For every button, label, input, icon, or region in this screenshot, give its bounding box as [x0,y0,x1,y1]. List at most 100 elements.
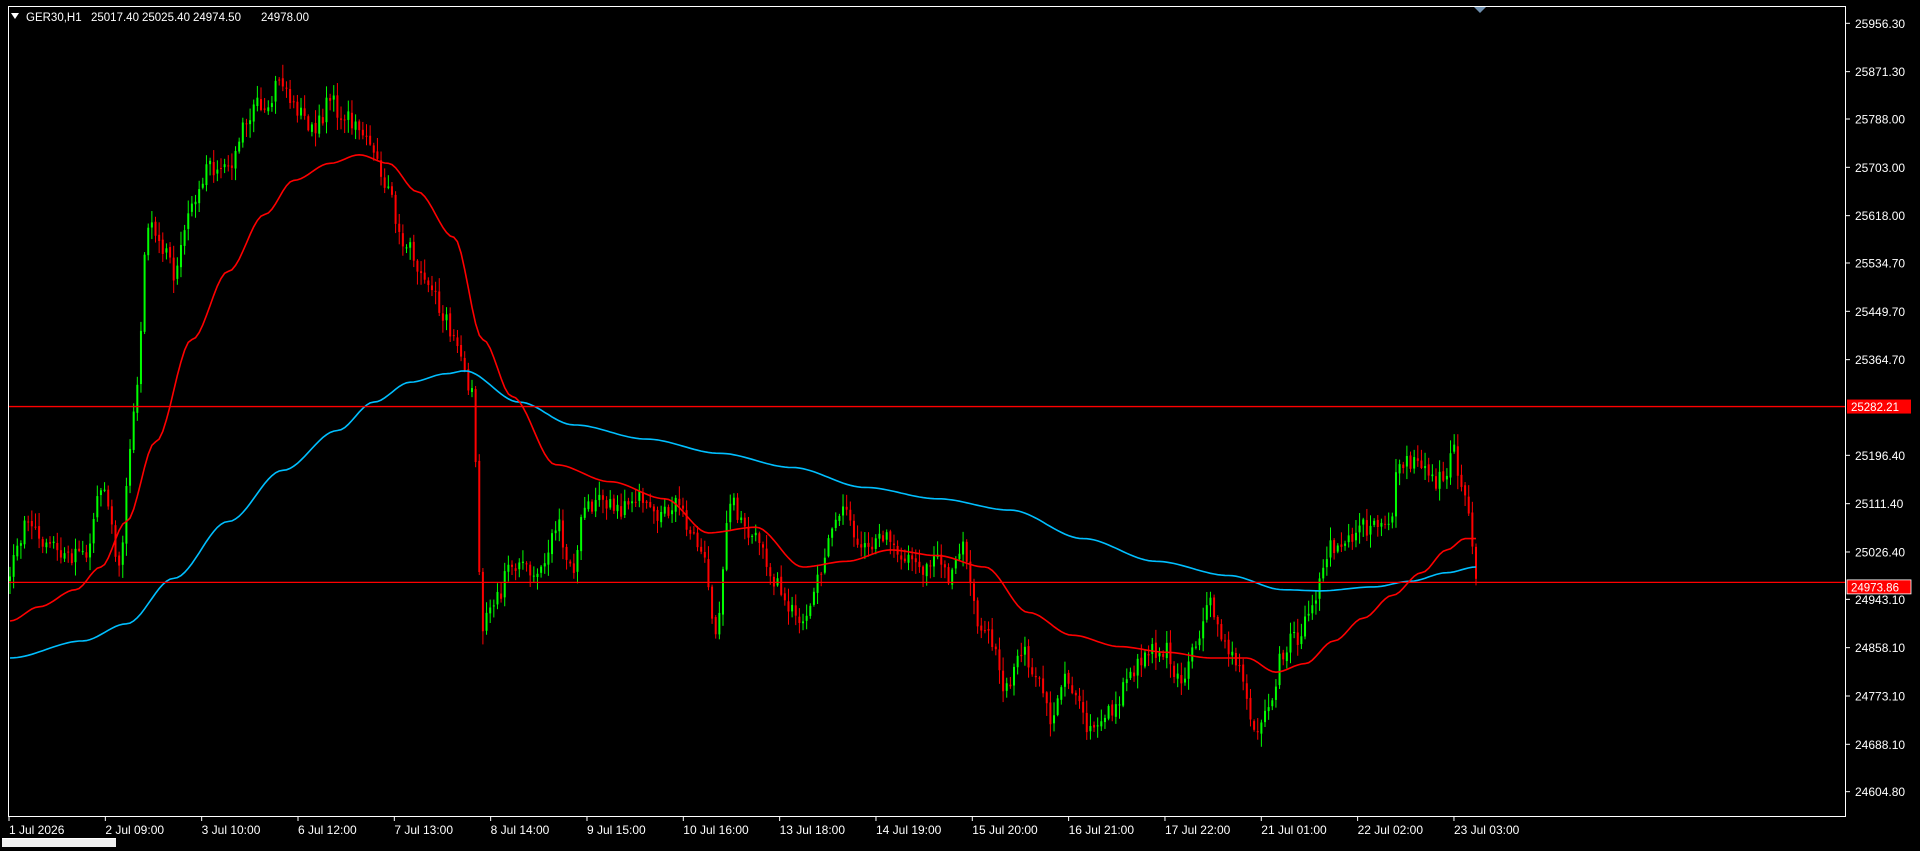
candle-bear [314,122,317,134]
candle-bear [1216,616,1219,625]
price-tick-label: 25956.30 [1855,17,1905,31]
candle-bear [1282,652,1285,660]
candle-bull [1205,605,1208,620]
candle-bull [183,230,186,246]
candle-bull [1347,535,1350,543]
candle-bull [543,563,546,567]
candle-bull [1198,638,1201,646]
candle-bear [438,291,441,313]
candle-bull [609,499,612,508]
candle-bear [965,541,968,562]
candle-bear [1085,712,1088,733]
candle-bull [1114,704,1117,717]
candle-bear [1031,667,1034,675]
candle-bull [1311,605,1314,614]
header-open: 25017.40 [91,12,139,24]
candle-bear [1071,685,1074,694]
candle-bear [212,162,215,176]
candle-bull [45,542,48,548]
candle-bull [405,247,408,249]
candle-bull [663,506,666,514]
candle-bear [1067,672,1070,684]
candle-bear [1464,485,1467,496]
candle-bear [263,108,266,110]
candle-bear [460,344,463,357]
candle-bull [1362,519,1365,525]
candle-bull [536,573,539,578]
candle-bull [540,566,543,573]
candle-bull [1187,661,1190,679]
candle-bull [103,489,106,491]
candle-bear [110,506,113,525]
candle-bull [1143,652,1146,667]
candle-bear [1009,684,1012,687]
time-tick-label: 17 Jul 22:00 [1165,823,1231,837]
candle-bear [365,135,368,137]
candle-bear [27,521,30,523]
price-tick-label: 25364.70 [1855,353,1905,367]
candle-bear [478,460,481,573]
candle-bull [863,543,866,548]
candle-bull [387,186,390,188]
candle-bear [1420,460,1423,468]
candle-bear [900,555,903,560]
candle-bear [427,280,430,286]
candle-bear [747,528,750,538]
candle-bull [554,530,557,534]
candle-bull [238,141,241,152]
candle-bull [12,555,15,577]
candle-bull [598,494,601,501]
candle-bear [820,573,823,575]
candle-bear [1253,721,1256,730]
candle-bear [30,521,33,527]
candle-bear [645,501,648,503]
candle-bull [1023,646,1026,655]
candle-bull [147,227,150,256]
candle-bear [78,548,81,551]
candle-bear [561,520,564,548]
price-tick-label: 24943.10 [1855,593,1905,607]
candle-bear [605,500,608,509]
chart-window[interactable]: 25282.21 24973.86 25956.30 25871.30 25788.00… [0,0,1920,847]
candle-bull [1122,682,1125,706]
time-tick-label: 21 Jul 01:00 [1261,823,1327,837]
candle-bull [1413,457,1416,469]
candle-bear [612,498,615,511]
candle-bull [9,576,11,582]
candle-bear [219,167,222,169]
candle-bear [918,561,921,568]
price-tick-label: 25703.00 [1855,161,1905,175]
candle-bull [1267,707,1270,712]
candle-bear [998,649,1001,671]
candle-bear [1427,464,1430,476]
candle-bull [1358,525,1361,533]
candle-bear [1074,692,1077,696]
candle-bull [165,248,168,253]
candle-bull [551,533,554,555]
level-price-label: 25282.21 [1851,402,1899,414]
candle-bull [1344,543,1347,546]
price-chart[interactable]: 25282.2124973.8625956.3025871.3025788.00… [0,0,1920,846]
candle-bull [318,115,321,134]
candle-bull [354,121,357,130]
candle-bear [511,564,514,567]
candle-bear [743,517,746,527]
time-tick-label: 2 Jul 09:00 [105,823,164,837]
candle-bull [1125,679,1128,684]
candle-bull [241,122,244,143]
candle-bear [780,576,783,595]
candle-bear [1340,544,1343,547]
candle-bull [1274,686,1277,700]
candle-bear [172,257,175,281]
candle-bull [1060,687,1063,700]
candle-bear [1180,675,1183,684]
candle-bull [1136,658,1139,676]
chart-background [0,0,1920,846]
price-tick-label: 25534.70 [1855,257,1905,271]
candle-bear [1042,678,1045,694]
time-tick-label: 10 Jul 16:00 [683,823,749,837]
price-tick-label: 24688.10 [1855,738,1905,752]
candle-bull [1438,471,1441,489]
candle-bear [1409,455,1412,469]
candle-bull [616,504,619,512]
